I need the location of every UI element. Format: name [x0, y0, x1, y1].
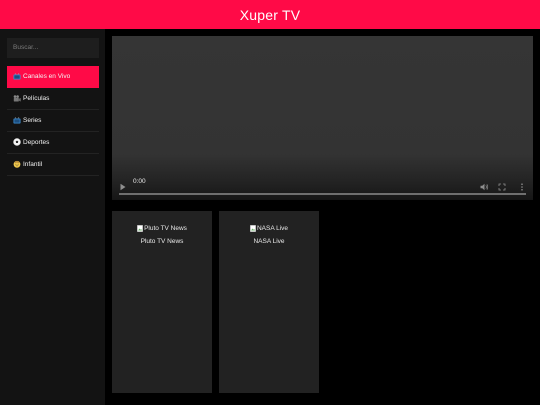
broken-image-icon: [250, 225, 256, 232]
sidebar-item-deportes[interactable]: Deportes: [7, 132, 99, 154]
sidebar-menu: Canales en Vivo Películas Series Deporte…: [7, 65, 99, 176]
more-options-icon[interactable]: [520, 178, 524, 191]
app-title: Xuper TV: [239, 6, 301, 23]
sidebar-item-label: Películas: [23, 94, 50, 102]
fullscreen-icon[interactable]: [498, 178, 506, 191]
sidebar: Canales en Vivo Películas Series Deporte…: [0, 29, 105, 405]
sidebar-item-infantil[interactable]: Infantil: [7, 154, 99, 176]
sidebar-item-label: Canales en Vivo: [23, 72, 71, 80]
play-icon[interactable]: [119, 178, 127, 191]
thumbnail-alt-text: Pluto TV News: [144, 224, 187, 232]
player-controls: 0:00: [112, 172, 533, 200]
channel-card-nasa-live[interactable]: NASA Live NASA Live: [219, 211, 319, 393]
channel-name: Pluto TV News: [140, 238, 184, 245]
child-face-icon: [13, 160, 21, 168]
thumbnail-alt-text: NASA Live: [256, 224, 289, 232]
broken-image-icon: [137, 225, 144, 232]
soccer-ball-icon: [13, 138, 21, 146]
channel-thumbnail: NASA Live: [250, 225, 288, 233]
tv-icon: [13, 116, 21, 124]
tv-icon: [13, 72, 21, 80]
sidebar-item-series[interactable]: Series: [7, 110, 99, 132]
search-input[interactable]: [7, 37, 99, 58]
sidebar-item-label: Infantil: [23, 160, 43, 168]
app-header: Xuper TV: [0, 0, 540, 29]
channel-name: NASA Live: [253, 238, 285, 245]
video-player[interactable]: 0:00: [112, 36, 533, 200]
channel-card-pluto-tv-news[interactable]: Pluto TV News Pluto TV News: [112, 211, 212, 393]
sidebar-item-label: Deportes: [23, 138, 50, 146]
sidebar-item-peliculas[interactable]: Películas: [7, 88, 99, 110]
time-display: 0:00: [133, 178, 146, 185]
movie-camera-icon: [13, 94, 21, 102]
channel-thumbnail: Pluto TV News: [137, 225, 187, 233]
sidebar-item-canales-en-vivo[interactable]: Canales en Vivo: [7, 65, 99, 88]
volume-icon[interactable]: [480, 178, 489, 191]
sidebar-item-label: Series: [23, 116, 42, 124]
progress-bar[interactable]: [119, 193, 526, 195]
